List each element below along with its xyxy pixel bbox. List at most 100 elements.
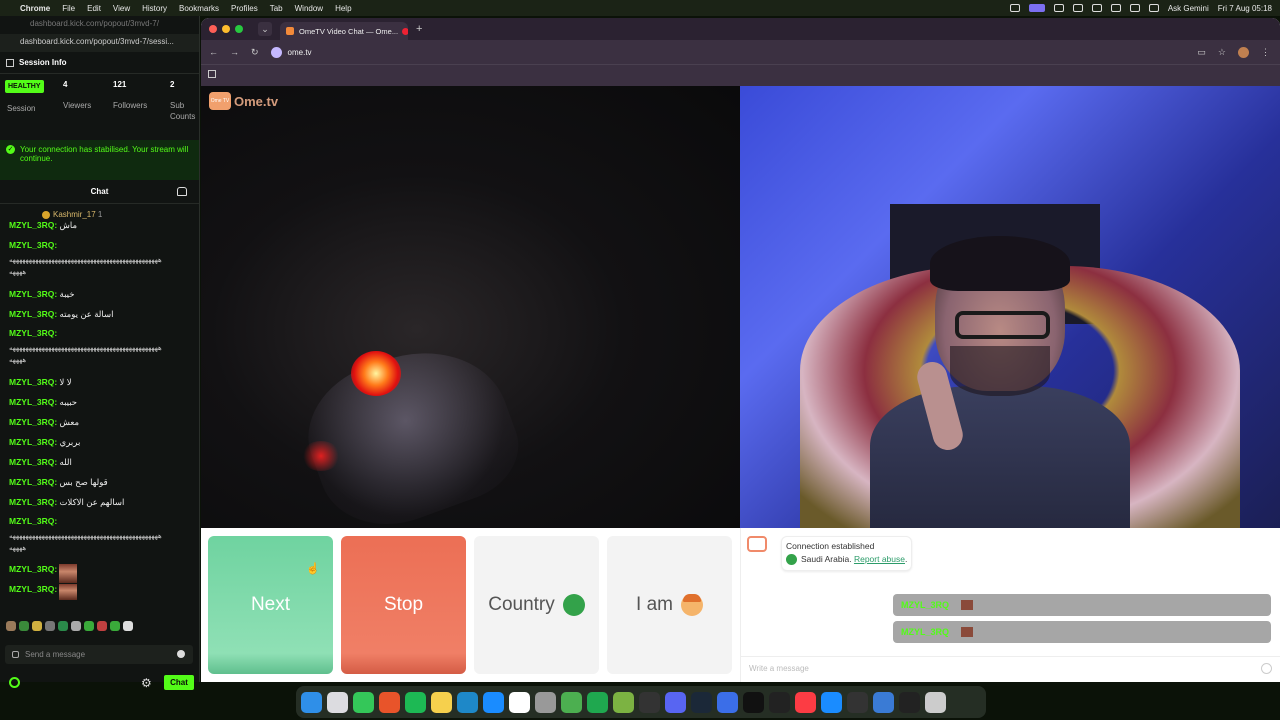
settings-icon[interactable]: [535, 691, 556, 713]
country-button[interactable]: Country: [474, 536, 599, 674]
send-message-input[interactable]: Send a message: [5, 645, 193, 664]
back-icon[interactable]: ←: [209, 47, 218, 57]
close-window-icon[interactable]: [209, 25, 217, 33]
finder-icon[interactable]: [301, 691, 322, 713]
search-icon[interactable]: [1129, 4, 1140, 12]
more-menu-icon[interactable]: ⋮: [1261, 47, 1270, 58]
freeform-icon[interactable]: [457, 691, 478, 713]
menu-app-name[interactable]: Chrome: [20, 4, 50, 13]
chat-username[interactable]: MZYL_3RQ:: [9, 437, 57, 447]
menu-tab[interactable]: Tab: [270, 4, 283, 13]
emote-icon[interactable]: [110, 621, 120, 631]
trash-icon[interactable]: [925, 691, 946, 713]
obs-icon[interactable]: [639, 691, 660, 713]
emote-icon[interactable]: [45, 621, 55, 631]
tab-search-icon[interactable]: ⌄: [258, 22, 272, 36]
tiktok-icon[interactable]: [743, 691, 764, 713]
menu-file[interactable]: File: [62, 4, 75, 13]
gemini-button[interactable]: Ask Gemini: [1168, 4, 1209, 13]
emote-picker-icon[interactable]: [12, 651, 19, 658]
popout-url-bar[interactable]: dashboard.kick.com/popout/3mvd-7/sessi..…: [0, 34, 199, 52]
minimize-window-icon[interactable]: [222, 25, 230, 33]
url-field[interactable]: ome.tv: [288, 48, 312, 57]
menu-profiles[interactable]: Profiles: [231, 4, 258, 13]
chat-username[interactable]: MZYL_3RQ:: [9, 397, 57, 407]
status-icon[interactable]: [1009, 4, 1020, 12]
next-button[interactable]: Next ☝: [208, 536, 333, 674]
emote-icon[interactable]: [71, 621, 81, 631]
chat-username[interactable]: MZYL_3RQ:: [9, 564, 57, 574]
active-status-icon[interactable]: [1028, 4, 1045, 12]
emote-icon[interactable]: [32, 621, 42, 631]
wifi-icon[interactable]: [1110, 4, 1121, 12]
chat-send-button[interactable]: Chat: [164, 675, 194, 690]
screen-record-icon[interactable]: [1072, 4, 1083, 12]
tab-ometv[interactable]: OmeTV Video Chat — Ome... ✕: [280, 22, 408, 40]
chat-username[interactable]: MZYL_3RQ:: [9, 309, 57, 319]
font-icon[interactable]: [1091, 4, 1102, 12]
forward-icon[interactable]: →: [230, 47, 239, 57]
davinci-icon[interactable]: [847, 691, 868, 713]
notion-icon[interactable]: [1053, 4, 1064, 12]
chat-username[interactable]: MZYL_3RQ:: [9, 377, 57, 387]
utility-icon[interactable]: [717, 691, 738, 713]
write-message-input[interactable]: Write a message: [741, 656, 1280, 680]
chat-username[interactable]: MZYL_3RQ:: [9, 477, 57, 487]
emote-icon[interactable]: [123, 621, 133, 631]
chat-username[interactable]: MZYL_3RQ:: [9, 289, 57, 299]
smile-icon[interactable]: [177, 650, 185, 658]
kick-logo-icon[interactable]: [9, 677, 20, 688]
stop-button[interactable]: Stop: [341, 536, 466, 674]
menu-bookmarks[interactable]: Bookmarks: [179, 4, 219, 13]
chat-username[interactable]: MZYL_3RQ:: [9, 240, 57, 250]
reload-icon[interactable]: ↻: [251, 47, 259, 58]
discord-icon[interactable]: [665, 691, 686, 713]
facetime-icon[interactable]: [587, 691, 608, 713]
spotify-icon[interactable]: [405, 691, 426, 713]
steam-icon[interactable]: [691, 691, 712, 713]
chat-username[interactable]: MZYL_3RQ:: [9, 516, 57, 526]
menu-window[interactable]: Window: [295, 4, 323, 13]
menu-edit[interactable]: Edit: [87, 4, 101, 13]
menu-view[interactable]: View: [113, 4, 130, 13]
emote-icon[interactable]: [97, 621, 107, 631]
chat-username[interactable]: MZYL_3RQ:: [9, 584, 57, 594]
sublime-icon[interactable]: [613, 691, 634, 713]
i-am-button[interactable]: I am: [607, 536, 732, 674]
chat-username[interactable]: MZYL_3RQ:: [9, 457, 57, 467]
gear-icon[interactable]: ⚙: [141, 676, 152, 690]
emote-icon[interactable]: [58, 621, 68, 631]
safari-icon[interactable]: [821, 691, 842, 713]
emote-icon[interactable]: [84, 621, 94, 631]
messages-icon[interactable]: [353, 691, 374, 713]
notes-icon[interactable]: [431, 691, 452, 713]
chat-username[interactable]: MZYL_3RQ:: [9, 220, 57, 230]
report-abuse-link[interactable]: Report abuse: [854, 554, 905, 564]
maximize-window-icon[interactable]: [235, 25, 243, 33]
capcut-icon[interactable]: [769, 691, 790, 713]
app-store-icon[interactable]: [483, 691, 504, 713]
new-tab-icon[interactable]: +: [416, 23, 422, 35]
profile-avatar[interactable]: [1238, 46, 1249, 58]
users-icon[interactable]: [177, 187, 187, 196]
menu-help[interactable]: Help: [335, 4, 351, 13]
chat-username[interactable]: MZYL_3RQ:: [9, 328, 57, 338]
cast-icon[interactable]: ▭: [1197, 47, 1206, 58]
apps-grid-icon[interactable]: [208, 70, 216, 78]
menu-history[interactable]: History: [142, 4, 167, 13]
chat-username[interactable]: MZYL_3RQ:: [9, 497, 57, 507]
window-icon[interactable]: [899, 691, 920, 713]
emote-icon[interactable]: [19, 621, 29, 631]
safari-icon[interactable]: [873, 691, 894, 713]
launchpad-icon[interactable]: [327, 691, 348, 713]
notion-icon[interactable]: [509, 691, 530, 713]
bookmark-star-icon[interactable]: ☆: [1218, 47, 1226, 58]
chat-username[interactable]: MZYL_3RQ:: [9, 417, 57, 427]
emoji-icon[interactable]: [1261, 663, 1272, 674]
brave-icon[interactable]: [379, 691, 400, 713]
emote-icon[interactable]: [6, 621, 16, 631]
chrome-icon[interactable]: [561, 691, 582, 713]
music-icon[interactable]: [795, 691, 816, 713]
site-info-icon[interactable]: [270, 46, 282, 58]
control-center-icon[interactable]: [1148, 4, 1159, 12]
